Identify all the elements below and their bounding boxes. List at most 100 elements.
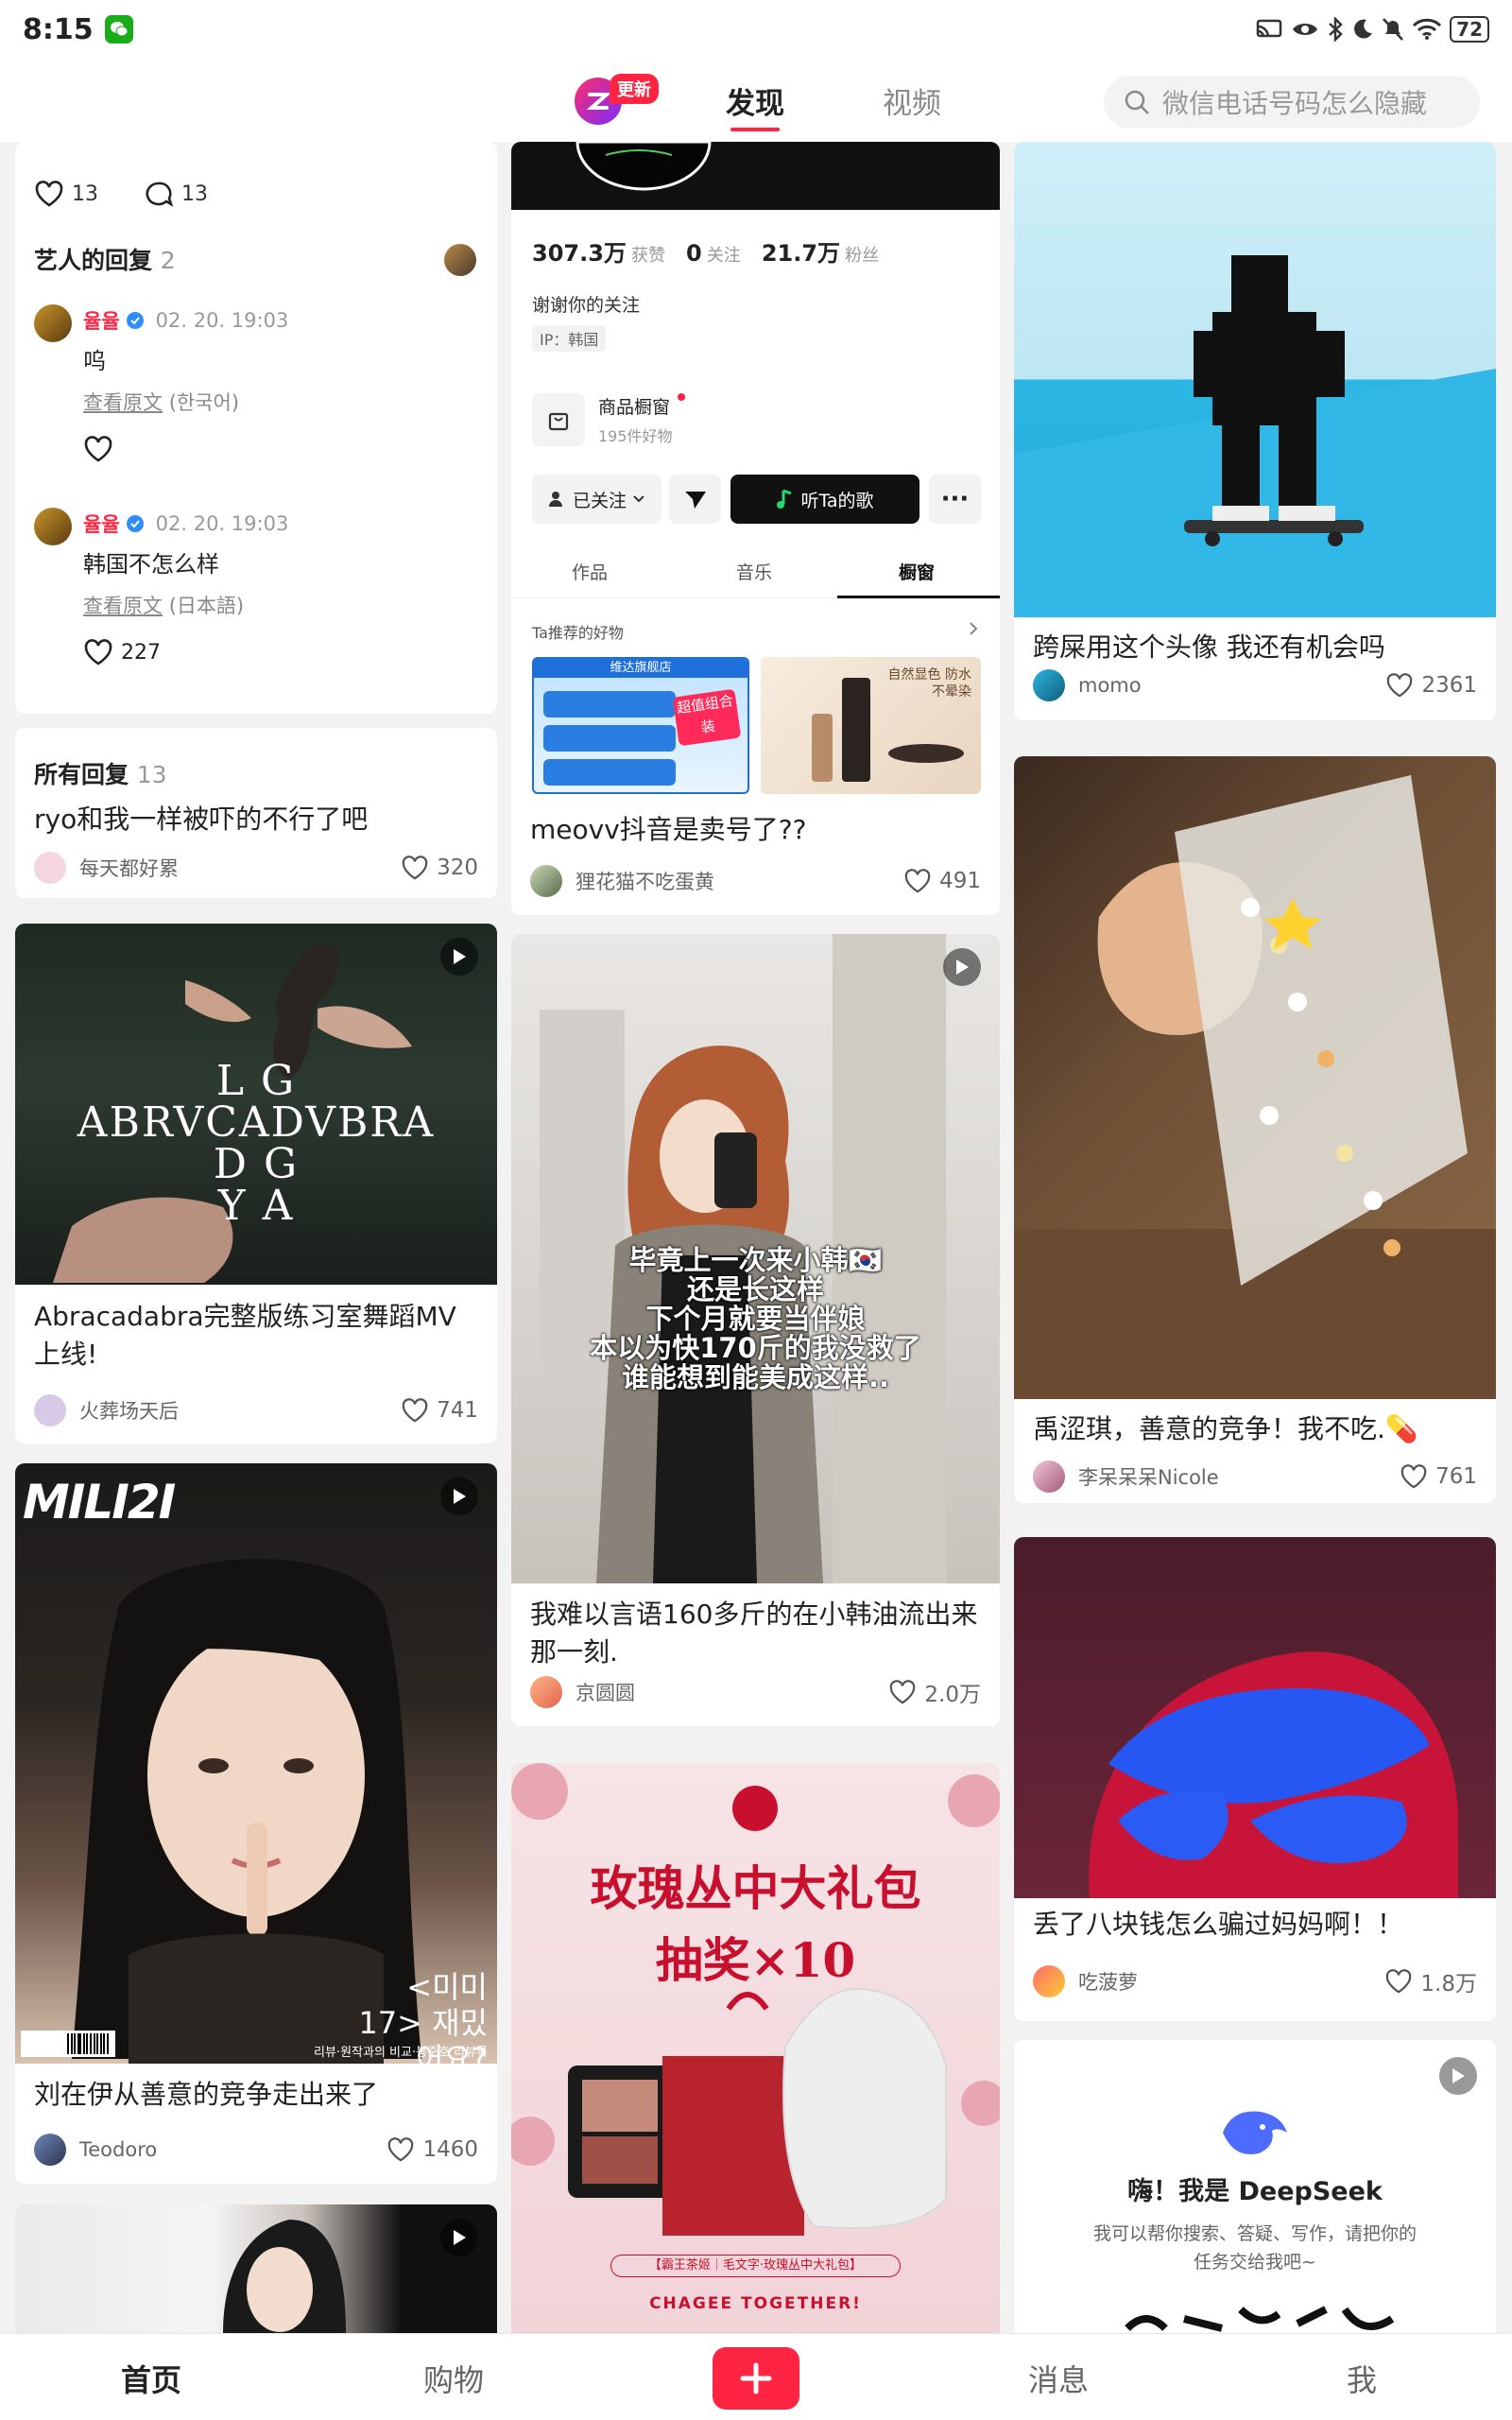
bottom-nav: 首页 购物 消息 我: [0, 2333, 1512, 2420]
like-button[interactable]: 2361: [1385, 672, 1477, 699]
view-original[interactable]: 查看原文 (한국어): [83, 388, 239, 416]
send-icon: [684, 492, 706, 509]
like-button[interactable]: 1.8万: [1384, 1965, 1477, 1997]
like-button[interactable]: 1460: [387, 2136, 478, 2163]
nav-home[interactable]: 首页: [121, 2357, 181, 2400]
user-avatar[interactable]: [530, 865, 562, 897]
user-avatar[interactable]: [530, 1676, 562, 1708]
stat-label: 粉丝: [845, 246, 880, 266]
post-card[interactable]: 毕竟上一次来小韩🇰🇷 还是长这样 下个月就要当伴娘 本以为快170斤的我没救了 …: [511, 934, 1000, 1726]
nav-messages[interactable]: 消息: [1028, 2357, 1089, 2400]
tab-shop-window[interactable]: 橱窗: [899, 559, 935, 584]
heart-icon[interactable]: [83, 638, 113, 666]
image-text-line: ABRVCADVBRA: [77, 1098, 436, 1147]
artist-avatar: [444, 244, 476, 276]
post-card[interactable]: [15, 2204, 497, 2333]
username[interactable]: 狸花猫不吃蛋黄: [576, 867, 714, 895]
user-avatar[interactable]: [1033, 1965, 1065, 1997]
play-icon[interactable]: [440, 938, 478, 976]
nav-me[interactable]: 我: [1347, 2357, 1377, 2400]
play-icon[interactable]: [1439, 2057, 1477, 2095]
view-original[interactable]: 查看原文 (日本語): [83, 591, 244, 619]
shop-window-entry[interactable]: 商品橱窗 195件好物: [532, 388, 981, 454]
update-badge: 更新: [610, 74, 659, 104]
image-text-line: L G: [215, 1057, 297, 1105]
all-replies-card[interactable]: 所有回复 13 ryo和我一样被吓的不行了吧 每天都好累 320: [15, 728, 497, 898]
post-card[interactable]: 跨屎用这个头像 我还有机会吗 momo 2361: [1014, 142, 1496, 720]
heart-icon[interactable]: [83, 435, 113, 463]
search-icon: [1125, 90, 1149, 114]
username[interactable]: momo: [1078, 674, 1142, 697]
pixel-skater-illustration: [1014, 255, 1496, 617]
tab-music[interactable]: 音乐: [736, 559, 772, 584]
post-card[interactable]: L G ABRVCADVBRA D G Y A Abracadabra完整版练习…: [15, 924, 497, 1443]
promo-brand: CHAGEE TOGETHER!: [649, 2294, 862, 2313]
like-button[interactable]: 761: [1400, 1463, 1477, 1490]
nav-shopping[interactable]: 购物: [423, 2357, 484, 2400]
promo-strip: 【霸王茶姬｜毛文字·玫瑰丛中大礼包】: [610, 2255, 901, 2277]
user-avatar[interactable]: [1033, 1461, 1065, 1493]
username[interactable]: Teodoro: [79, 2138, 157, 2161]
heart-icon[interactable]: [34, 180, 64, 208]
user-avatar[interactable]: [34, 2134, 66, 2166]
reply-username[interactable]: 율율: [83, 510, 120, 538]
promo-title: 玫瑰丛中大礼包 抽奖×10: [511, 1853, 1000, 1996]
comment-bubble-icon[interactable]: [144, 180, 174, 208]
play-icon[interactable]: [943, 948, 981, 986]
deepseek-card[interactable]: 嗨！我是 DeepSeek 我可以帮你搜索、答疑、写作，请把你的 任务交给我吧~: [1014, 2040, 1496, 2333]
username[interactable]: 火葬场天后: [79, 1396, 179, 1425]
profile-card[interactable]: 307.3万 获赞 0 关注 21.7万 粉丝 谢谢你的关注 IP：韩国 商品橱…: [511, 142, 1000, 915]
shop-red-dot: [678, 393, 685, 401]
reply-meta: 每天都好累 320: [34, 849, 478, 887]
post-card[interactable]: 玫瑰丛中大礼包 抽奖×10 【霸王茶姬｜毛文字·玫瑰丛中大礼包】 CHAGEE …: [511, 1763, 1000, 2333]
stat[interactable]: 307.3万 获赞: [532, 234, 665, 268]
video-overlay-text: 毕竟上一次来小韩🇰🇷 还是长这样 下个月就要当伴娘 本以为快170斤的我没救了 …: [511, 1246, 1000, 1392]
reply-avatar: [34, 304, 72, 342]
chevron-right-icon[interactable]: [968, 620, 979, 637]
play-icon[interactable]: [440, 1478, 478, 1515]
view-original-link[interactable]: 查看原文: [83, 391, 163, 414]
reply-like[interactable]: 227: [83, 638, 161, 666]
followed-button[interactable]: 已关注: [532, 475, 662, 524]
username[interactable]: 每天都好累: [79, 854, 179, 882]
like-button[interactable]: 320: [401, 855, 478, 881]
product-thumbnail[interactable]: 自然显色 防水不晕染: [761, 657, 981, 794]
share-button[interactable]: [669, 475, 721, 524]
stat[interactable]: 21.7万 粉丝: [762, 234, 879, 268]
reply-text: ryo和我一样被吓的不行了吧: [34, 804, 369, 835]
post-card[interactable]: MILI2I <미미 17> 재밌어요? 리뷰·원작과의 비교·봉준호 리뷰룩 …: [15, 1463, 497, 2184]
stat[interactable]: 0 关注: [686, 240, 741, 267]
comment-card[interactable]: 13 13 艺人的回复 2 율율 02. 20. 19:03 呜 查看原文 (한…: [15, 142, 497, 714]
like-button[interactable]: 741: [401, 1397, 478, 1424]
user-avatar[interactable]: [34, 1394, 66, 1426]
more-icon[interactable]: ···: [929, 475, 981, 524]
tab-video[interactable]: 视频: [883, 79, 941, 122]
username[interactable]: 李呆呆呆Nicole: [1078, 1462, 1219, 1491]
reply-username[interactable]: 율율: [83, 306, 120, 335]
search-bar[interactable]: 微信电话号码怎么隐藏: [1104, 76, 1480, 129]
tab-works[interactable]: 作品: [572, 559, 608, 584]
tab-discover[interactable]: 发现: [726, 79, 784, 122]
user-avatar[interactable]: [34, 852, 66, 884]
user-check-icon: [548, 492, 562, 507]
product-thumbnail[interactable]: 维达旗舰店 超值组合装: [532, 657, 749, 794]
like-count: 2.0万: [924, 1683, 981, 1707]
original-lang: (한국어): [168, 391, 240, 414]
listen-songs-button[interactable]: 听Ta的歌: [730, 475, 919, 524]
view-original-link[interactable]: 查看原文: [83, 595, 163, 617]
tab-indicator: [837, 596, 1000, 598]
app-root: 8:15 72 更新 发现 视频 微信电话号码怎么隐藏 13 13 艺人的回复 …: [0, 0, 1512, 2420]
create-post-button[interactable]: [713, 2347, 799, 2410]
like-count: 1460: [422, 2137, 478, 2162]
post-card[interactable]: 丢了八块钱怎么骗过妈妈啊！！ 吃菠萝 1.8万: [1014, 1537, 1496, 2021]
artist-replies-count: 2: [160, 247, 176, 274]
like-button[interactable]: 491: [903, 868, 981, 894]
user-avatar[interactable]: [1033, 669, 1065, 701]
username[interactable]: 京圆圆: [576, 1678, 635, 1706]
username[interactable]: 吃菠萝: [1078, 1967, 1138, 1996]
post-image: [1014, 1537, 1496, 1898]
like-button[interactable]: 2.0万: [888, 1676, 981, 1708]
post-image: MILI2I <미미 17> 재밌어요? 리뷰·원작과의 비교·봉준호 리뷰룩: [15, 1463, 497, 2064]
play-icon[interactable]: [440, 2219, 478, 2256]
post-card[interactable]: 禹涩琪，善意的竞争！我不吃.💊 李呆呆呆Nicole 761: [1014, 756, 1496, 1503]
